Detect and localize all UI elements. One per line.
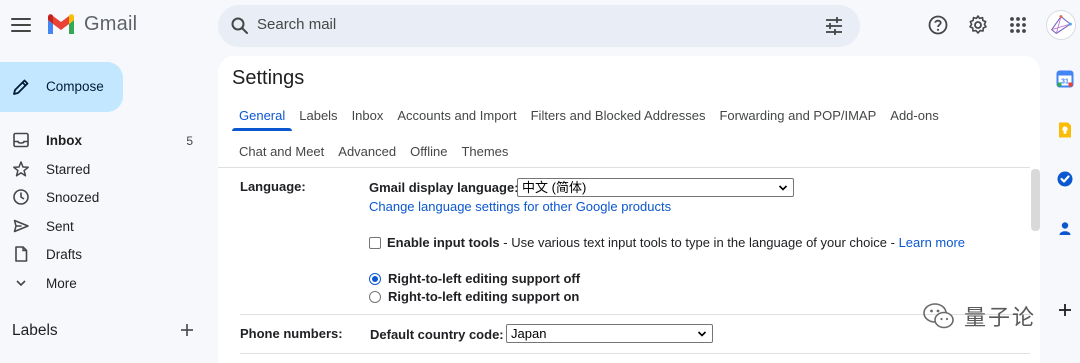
tab-add-ons[interactable]: Add-ons (883, 107, 945, 129)
watermark-text: 量子论 (964, 305, 1037, 330)
draft-file-icon (15, 246, 28, 262)
nav-item-drafts[interactable]: Drafts (0, 241, 205, 269)
inbox-icon (13, 132, 29, 148)
tab-filters[interactable]: Filters and Blocked Addresses (524, 107, 713, 129)
clock-icon (13, 189, 29, 205)
search-input[interactable]: Search mail (257, 16, 336, 33)
settings-panel: Settings General Labels Inbox Accounts a… (218, 56, 1040, 363)
tab-themes[interactable]: Themes (454, 143, 515, 165)
app-name: Gmail (84, 12, 138, 35)
learn-more-link[interactable]: Learn more (899, 235, 965, 250)
tab-forwarding[interactable]: Forwarding and POP/IMAP (712, 107, 883, 129)
tasks-icon[interactable] (1056, 170, 1074, 188)
search-bar[interactable]: Search mail (218, 5, 860, 47)
tabs-divider (218, 167, 1030, 168)
input-tools-checkbox[interactable] (369, 237, 381, 249)
top-bar: Gmail Search mail (0, 0, 1080, 52)
nav-label: More (46, 276, 77, 291)
help-icon[interactable] (927, 14, 949, 36)
nav-item-starred[interactable]: Starred (0, 156, 205, 184)
rtl-off-radio[interactable] (369, 273, 381, 285)
compose-button[interactable]: Compose (0, 62, 123, 112)
nav-item-more[interactable]: More (0, 270, 205, 298)
gmail-m-icon (48, 14, 74, 34)
settings-tabs-row2: Chat and Meet Advanced Offline Themes (232, 143, 515, 165)
avatar-image (1050, 15, 1072, 35)
settings-scrollbar[interactable] (1031, 169, 1040, 231)
phone-row-label: Phone numbers: (240, 326, 343, 341)
unread-count: 5 (186, 134, 193, 148)
chevron-down-icon (778, 185, 788, 191)
gear-icon[interactable] (967, 14, 989, 36)
tab-general[interactable]: General (232, 107, 293, 131)
tab-labels[interactable]: Labels (292, 107, 344, 129)
add-app-icon[interactable] (1056, 301, 1074, 319)
rtl-off-label: Right-to-left editing support off (388, 271, 581, 286)
nav-label: Snoozed (46, 190, 100, 205)
tab-advanced[interactable]: Advanced (331, 143, 403, 165)
country-code-label: Default country code: (370, 327, 504, 342)
settings-tabs-row1: General Labels Inbox Accounts and Import… (232, 107, 946, 131)
nav-label: Inbox (46, 133, 82, 148)
section-divider (240, 353, 1030, 354)
labels-header: Labels (12, 322, 58, 339)
calendar-icon[interactable]: 31 (1056, 70, 1074, 88)
rtl-on-radio[interactable] (369, 291, 381, 303)
apps-grid-icon[interactable] (1007, 14, 1029, 36)
nav-label: Sent (46, 219, 74, 234)
keep-icon[interactable] (1056, 121, 1074, 139)
compose-label: Compose (46, 79, 104, 94)
tab-chat-and-meet[interactable]: Chat and Meet (232, 143, 331, 165)
main-menu-icon[interactable] (10, 14, 32, 36)
svg-text:31: 31 (1061, 79, 1069, 86)
rtl-on-label: Right-to-left editing support on (388, 289, 580, 304)
nav-label: Drafts (46, 247, 83, 262)
country-code-value: Japan (511, 326, 547, 341)
section-divider (240, 314, 1030, 315)
display-language-select[interactable]: 中文 (简体) (517, 178, 794, 197)
input-tools-description: - Use various text input tools to type i… (499, 235, 899, 250)
pencil-icon (13, 79, 29, 95)
chevron-down-icon (697, 331, 707, 337)
tab-accounts-and-import[interactable]: Accounts and Import (390, 107, 523, 129)
input-tools-label: Enable input tools (387, 235, 500, 250)
change-language-link[interactable]: Change language settings for other Googl… (369, 199, 671, 214)
watermark: 量子论 (922, 300, 1036, 332)
language-row-label: Language: (240, 179, 306, 194)
display-language-value: 中文 (简体) (522, 180, 587, 195)
input-tools-text: Enable input tools - Use various text in… (387, 235, 965, 250)
page-title: Settings (232, 67, 305, 89)
account-avatar[interactable] (1046, 10, 1076, 40)
country-code-select[interactable]: Japan (506, 324, 713, 343)
send-icon (13, 219, 29, 233)
nav-item-snoozed[interactable]: Snoozed (0, 184, 205, 212)
star-icon (13, 161, 29, 177)
nav-item-inbox[interactable]: Inbox 5 (0, 127, 205, 155)
tab-offline[interactable]: Offline (403, 143, 454, 165)
nav-item-sent[interactable]: Sent (0, 213, 205, 241)
nav-label: Starred (46, 162, 91, 177)
gmail-logo[interactable]: Gmail (46, 12, 137, 36)
wechat-logo-icon (923, 303, 954, 329)
search-options-icon[interactable] (824, 16, 844, 36)
tab-inbox[interactable]: Inbox (345, 107, 391, 129)
chevron-down-icon (16, 280, 26, 287)
add-label-icon[interactable] (178, 321, 196, 339)
display-language-label: Gmail display language: (369, 180, 519, 195)
search-icon[interactable] (230, 16, 250, 36)
contacts-icon[interactable] (1056, 219, 1074, 237)
